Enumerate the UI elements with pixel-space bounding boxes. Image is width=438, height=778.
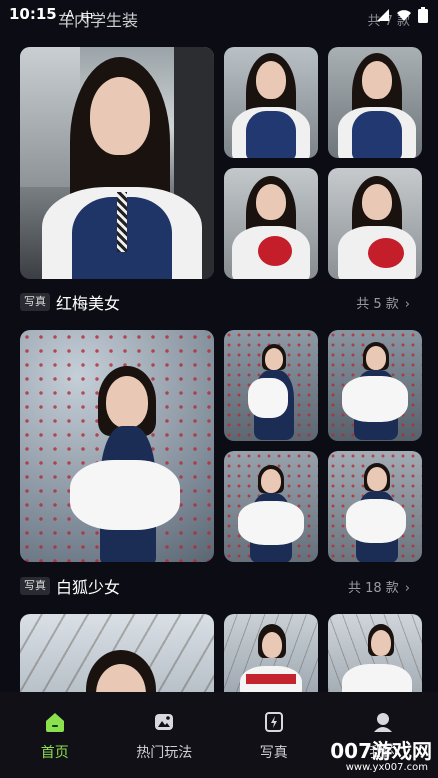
album-thumbnail[interactable] [224, 614, 318, 692]
gallery-icon [155, 714, 174, 730]
section-tag: 写真 [20, 577, 50, 595]
keyboard-a-icon: A [66, 8, 75, 22]
section-title: 白狐少女 [56, 578, 121, 597]
album-thumbnail[interactable] [224, 47, 318, 158]
watermark-title: 007游戏网 [330, 739, 432, 763]
battery-icon [418, 7, 428, 23]
section-count[interactable]: 共 5 款 › [356, 293, 410, 312]
watermark-url: www.yx007.com [345, 762, 428, 773]
section-header[interactable]: 写真 白狐少女 共 18 款 › [20, 573, 418, 599]
home-feed[interactable]: 车内学生装 共 7 款 [0, 0, 438, 692]
signal-icon [377, 9, 389, 21]
status-system-icons [376, 7, 428, 23]
status-notification-icons: A 中 [66, 8, 93, 25]
album-thumbnail[interactable] [328, 47, 422, 158]
album-thumbnail[interactable] [328, 168, 422, 279]
album-thumbnail[interactable] [328, 614, 422, 692]
nav-label: 首页 [40, 745, 69, 761]
album-cover-large[interactable] [20, 614, 214, 692]
album-cover-large[interactable] [20, 330, 214, 562]
nav-label: 热门玩法 [136, 745, 193, 761]
album-thumbnail[interactable] [224, 168, 318, 279]
site-watermark: 007游戏网 www.yx007.com [320, 735, 438, 778]
section-title: 红梅美女 [56, 294, 121, 313]
nav-label: 写真 [259, 745, 288, 761]
nav-item-hot-play[interactable]: 热门玩法 [110, 692, 220, 778]
album-cover-large[interactable] [20, 47, 214, 279]
home-icon [45, 713, 64, 732]
chevron-right-icon: › [404, 296, 410, 312]
section-tag: 写真 [20, 293, 50, 311]
status-time: 10:15 [9, 5, 57, 23]
photo-card-icon [264, 712, 283, 732]
input-method-icon: 中 [81, 10, 94, 24]
album-thumbnail[interactable] [328, 330, 422, 441]
section-header[interactable]: 写真 红梅美女 共 5 款 › [20, 289, 418, 315]
album-thumbnail[interactable] [328, 451, 422, 562]
nav-item-home[interactable]: 首页 [0, 692, 110, 778]
nav-item-photo[interactable]: 写真 [219, 692, 329, 778]
chevron-right-icon: › [404, 580, 410, 596]
album-thumbnail[interactable] [224, 330, 318, 441]
album-thumbnail[interactable] [224, 451, 318, 562]
wifi-icon [397, 10, 411, 21]
section-count[interactable]: 共 18 款 › [348, 577, 410, 596]
profile-icon [374, 713, 393, 732]
status-bar: 10:15 A 中 [0, 0, 438, 30]
